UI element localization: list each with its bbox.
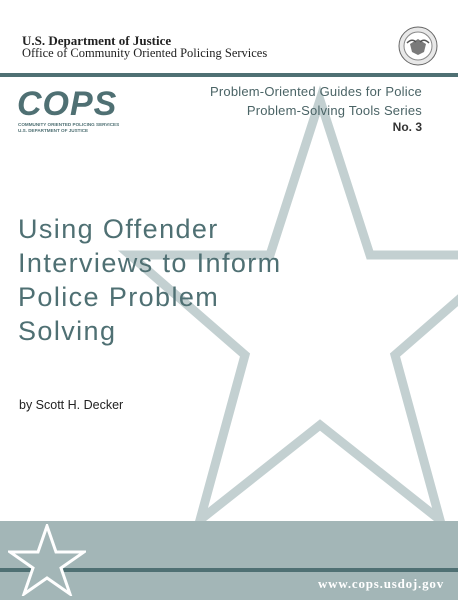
svg-text:U.S. DEPARTMENT OF JUSTICE: U.S. DEPARTMENT OF JUSTICE xyxy=(18,128,88,133)
header-rule xyxy=(0,73,458,77)
website-url[interactable]: www.cops.usdoj.gov xyxy=(318,576,444,592)
series-subtitle: Problem-Solving Tools Series xyxy=(246,103,422,118)
svg-text:COMMUNITY ORIENTED POLICING SE: COMMUNITY ORIENTED POLICING SERVICES xyxy=(18,122,119,127)
svg-text:COPS: COPS xyxy=(17,85,117,123)
star-icon xyxy=(8,524,86,596)
title-line: Interviews to Inform xyxy=(18,248,282,278)
author-byline: by Scott H. Decker xyxy=(19,398,124,412)
title-line: Solving xyxy=(18,316,117,346)
series-number: No. 3 xyxy=(392,120,422,134)
title-line: Using Offender xyxy=(18,214,219,244)
title-line: Police Problem xyxy=(18,282,220,312)
guide-title: Using Offender Interviews to Inform Poli… xyxy=(18,212,318,348)
series-title: Problem-Oriented Guides for Police xyxy=(209,84,422,99)
office-name: Office of Community Oriented Policing Se… xyxy=(22,46,268,60)
doj-seal-icon xyxy=(398,26,438,66)
cops-logo: COPS COMMUNITY ORIENTED POLICING SERVICE… xyxy=(17,85,119,133)
